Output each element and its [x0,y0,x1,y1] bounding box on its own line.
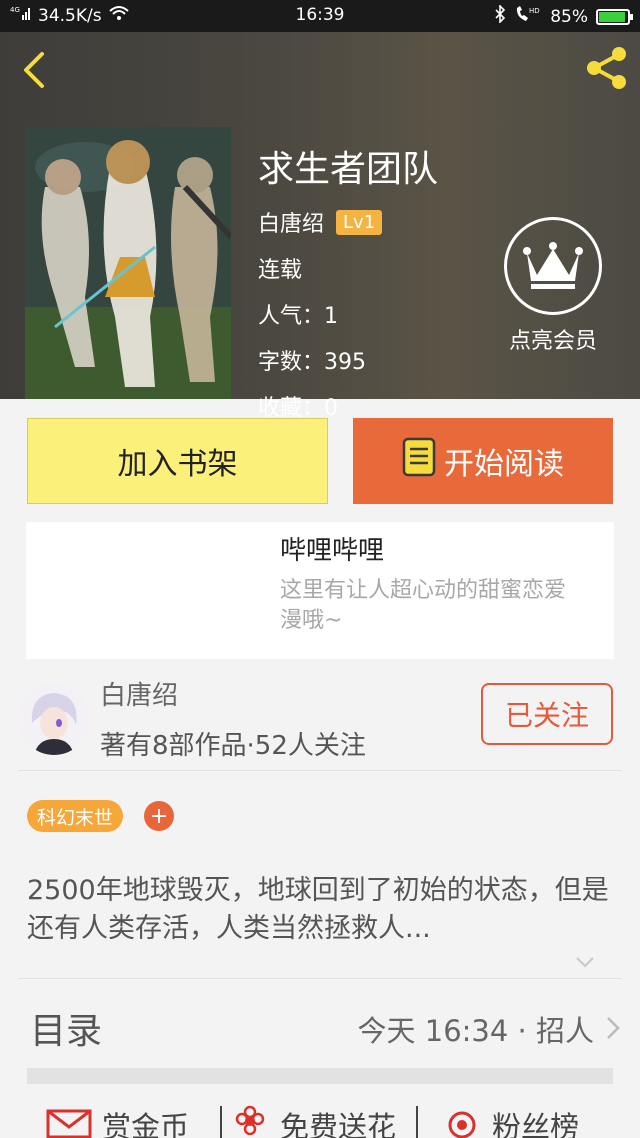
book-cover-image[interactable] [25,127,231,399]
status-bar: 4G 34.5K/s 16:39 HD 85% [0,0,640,32]
bluetooth-icon [494,4,506,28]
flower-icon [230,1105,270,1138]
divider [416,1106,418,1138]
section-gap [27,1068,613,1084]
genre-tag[interactable]: 科幻末世 [27,800,124,832]
latest-chapter: 今天 16:34 · 招人 [357,1014,594,1048]
envelope-icon [46,1105,92,1138]
share-icon [587,47,626,89]
bottom-actions: 赏金币 免费送花 粉丝榜 [0,1094,640,1138]
svg-text:HD: HD [529,7,540,15]
divider [18,978,622,979]
book-title: 求生者团队 [258,149,439,190]
book-header: 求生者团队 白唐绍 Lv1 连载 人气：1 字数：395 收藏：0 点亮会员 [0,32,640,421]
book-popularity: 人气：1 [258,304,338,329]
expand-synopsis-button[interactable] [575,952,595,972]
chevron-down-icon [576,957,594,968]
vip-label: 点亮会员 [508,329,597,354]
reward-coins-button[interactable]: 赏金币 [46,1104,189,1138]
add-to-shelf-label: 加入书架 [117,447,238,482]
book-icon [402,437,436,485]
add-tag-button[interactable]: + [144,801,174,831]
hd-call-icon: HD [514,5,542,28]
divider [18,770,622,771]
divider [220,1106,222,1138]
book-word-count: 字数：395 [258,350,366,375]
synopsis-text[interactable]: 2500年地球毁灭，地球回到了初始的状态，但是还有人类存活，人类当然拯救人... [27,872,617,948]
book-status: 连载 [258,258,303,283]
share-button[interactable] [582,44,630,92]
chevron-right-icon [606,1016,620,1044]
medal-icon [442,1105,482,1138]
ad-title: 哔哩哔哩 [280,536,385,566]
start-reading-label: 开始阅读 [444,447,564,482]
free-flowers-button[interactable]: 免费送花 [230,1104,396,1138]
battery-icon [596,8,633,25]
author-card[interactable]: 白唐绍 著有8部作品·52人关注 已关注 [0,665,640,771]
author-stats: 著有8部作品·52人关注 [100,731,366,761]
follow-label: 已关注 [504,699,589,732]
author-level-badge: Lv1 [336,209,383,235]
reward-coins-label: 赏金币 [102,1110,190,1138]
back-button[interactable] [14,50,54,90]
table-of-contents-row[interactable]: 目录 今天 16:34 · 招人 [0,990,640,1066]
start-reading-button[interactable]: 开始阅读 [353,418,613,504]
book-author[interactable]: 白唐绍 [258,206,324,238]
fans-ranking-button[interactable]: 粉丝榜 [442,1104,579,1138]
follow-button[interactable]: 已关注 [481,683,613,745]
free-flowers-label: 免费送花 [280,1110,397,1138]
add-to-shelf-button[interactable]: 加入书架 [27,418,328,504]
ad-description: 这里有让人超心动的甜蜜恋爱漫哦~ [280,578,567,633]
battery-percent: 85% [550,6,588,27]
ad-banner[interactable]: 哔哩哔哩 这里有让人超心动的甜蜜恋爱漫哦~ [26,522,614,659]
crown-icon [504,217,602,315]
author-name[interactable]: 白唐绍 [100,675,178,712]
fans-ranking-label: 粉丝榜 [492,1110,580,1138]
toc-title: 目录 [30,1011,103,1052]
chevron-left-icon [24,52,44,88]
vip-button[interactable]: 点亮会员 [498,217,608,355]
avatar[interactable] [18,683,90,755]
